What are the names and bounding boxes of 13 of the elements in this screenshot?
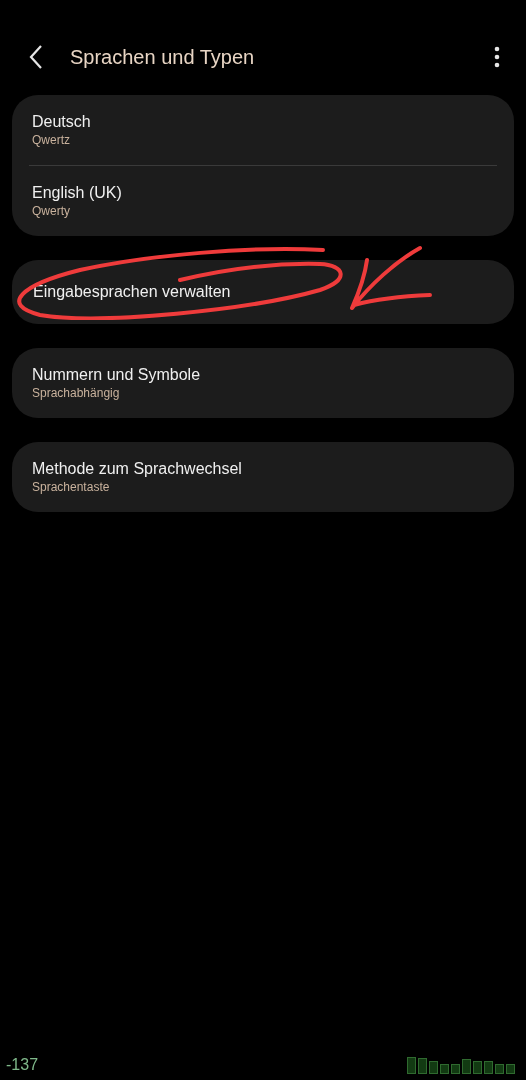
setting-subtitle: Qwerty: [32, 203, 71, 219]
setting-subtitle: Sprachabhängig: [32, 385, 121, 401]
setting-subtitle: Sprachentaste: [32, 479, 111, 495]
signal-reading: -137: [6, 1055, 39, 1075]
setting-title[interactable]: Eingabesprachen verwalten: [33, 282, 498, 302]
setting-title[interactable]: English (UK): [32, 183, 498, 203]
setting-title[interactable]: Methode zum Sprachwechsel: [32, 459, 498, 479]
more-options-icon[interactable]: [494, 46, 500, 68]
back-icon[interactable]: [28, 44, 44, 70]
page-title: Sprachen und Typen: [70, 45, 256, 70]
setting-title[interactable]: Deutsch: [32, 112, 498, 132]
setting-title[interactable]: Nummern und Symbole: [32, 365, 498, 385]
setting-subtitle: Qwertz: [32, 132, 71, 148]
